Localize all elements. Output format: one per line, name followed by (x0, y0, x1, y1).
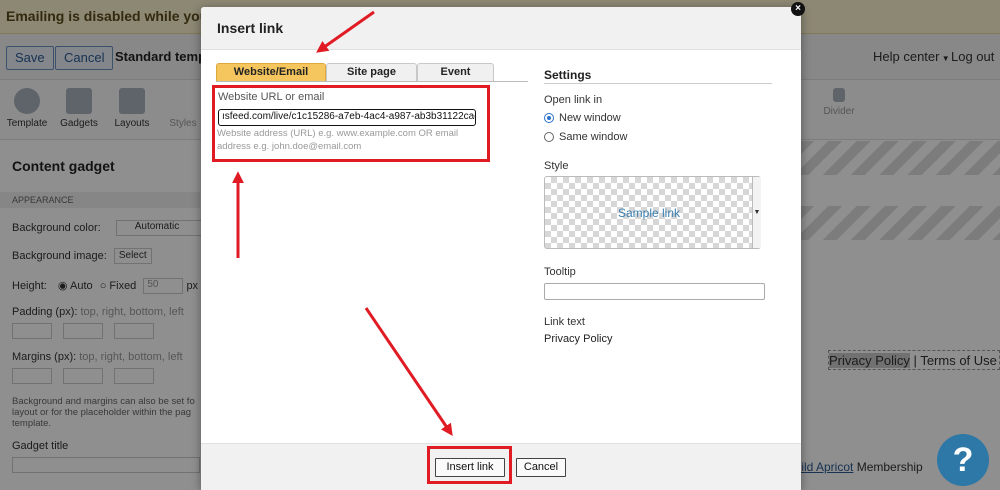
tab-event[interactable]: Event (417, 63, 494, 81)
style-picker[interactable]: Sample link ▼ (544, 176, 761, 249)
annotation-box (427, 446, 512, 484)
tab-website-email[interactable]: Website/Email (216, 63, 326, 81)
dialog-header: Insert link (201, 7, 801, 50)
link-type-tabs: Website/Email Site page Event (216, 63, 528, 82)
settings-title: Settings (544, 68, 592, 82)
annotation-box (212, 85, 490, 162)
same-window-label: Same window (559, 131, 628, 143)
new-window-radio[interactable] (544, 113, 554, 123)
close-icon[interactable]: × (791, 2, 805, 16)
style-label: Style (544, 160, 569, 172)
same-window-radio[interactable] (544, 132, 554, 142)
sample-link-preview: Sample link (617, 206, 681, 220)
tooltip-label: Tooltip (544, 266, 576, 278)
caret-down-icon[interactable]: ▼ (752, 177, 761, 248)
new-window-label: New window (559, 112, 621, 124)
cancel-dialog-button[interactable]: Cancel (516, 458, 566, 477)
help-button[interactable]: ? (937, 434, 989, 486)
open-link-in-label: Open link in (544, 94, 603, 106)
settings-divider (544, 83, 772, 84)
tooltip-input[interactable] (544, 283, 765, 300)
link-text-value: Privacy Policy (544, 333, 613, 345)
tab-site-page[interactable]: Site page (326, 63, 417, 81)
link-text-label: Link text (544, 316, 585, 328)
dialog-title: Insert link (217, 20, 284, 36)
insert-link-dialog: Insert link Website/Email Site page Even… (201, 7, 801, 490)
